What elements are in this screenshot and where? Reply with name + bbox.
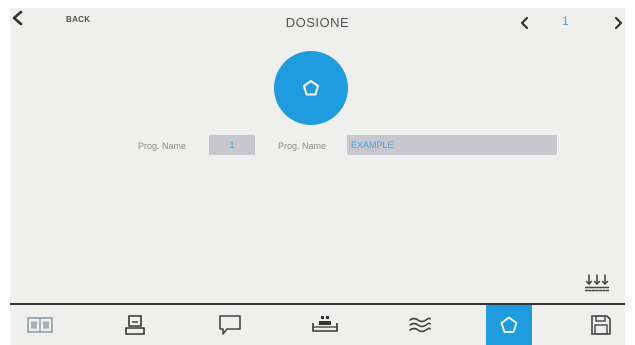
prog-number-field[interactable]: 1: [209, 135, 255, 155]
adjust-levels-icon[interactable]: [585, 274, 609, 292]
toolbar-bed-button[interactable]: [302, 305, 348, 345]
bottom-toolbar: [10, 305, 625, 345]
dosing-program-icon: [274, 51, 348, 125]
prev-page-icon[interactable]: [518, 16, 532, 30]
chat-icon: [219, 315, 241, 335]
bed-icon: [312, 316, 338, 332]
toolbar-book-button[interactable]: [17, 305, 63, 345]
toolbar-waves-button[interactable]: [397, 305, 443, 345]
toolbar-save-button[interactable]: [578, 305, 624, 345]
toolbar-dosing-button[interactable]: [486, 305, 532, 345]
waves-icon: [409, 317, 431, 333]
page-number: 1: [562, 14, 569, 28]
next-page-icon[interactable]: [611, 16, 625, 30]
pentagon-icon: [303, 80, 319, 96]
toolbar-chat-button[interactable]: [207, 305, 253, 345]
prog-name-field[interactable]: EXAMPLE: [347, 135, 557, 155]
scale-icon: [125, 315, 145, 335]
screen: BACK DOSIONE 1 Prog. Name 1 Prog. Name E…: [10, 8, 625, 345]
book-icon: [27, 317, 53, 333]
toolbar-scale-button[interactable]: [112, 305, 158, 345]
prog-name-label: Prog. Name: [278, 141, 327, 151]
pentagon-icon: [500, 316, 518, 333]
page-title: DOSIONE: [285, 15, 350, 30]
save-icon: [591, 315, 611, 335]
prog-number-label: Prog. Name: [138, 141, 187, 151]
